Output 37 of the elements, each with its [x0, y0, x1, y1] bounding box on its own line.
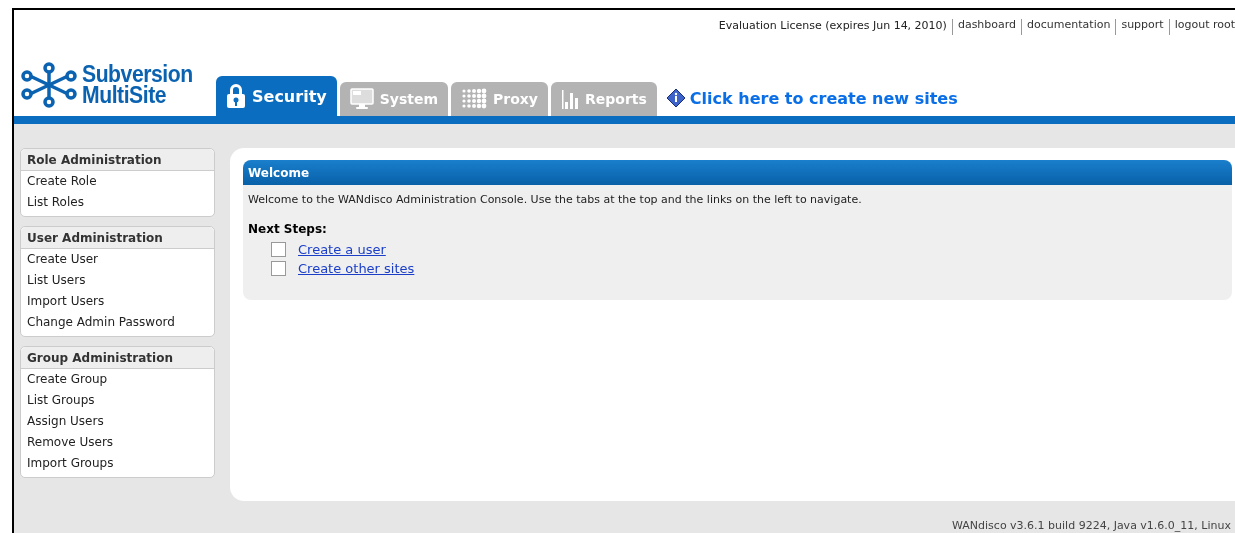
header-link[interactable]: dashboard — [951, 19, 1017, 35]
sidebar-item[interactable]: Remove Users — [21, 432, 214, 453]
checkbox[interactable] — [271, 242, 286, 257]
logo-text: MultiSite — [82, 85, 168, 106]
sidebar-item[interactable]: List Groups — [21, 390, 214, 411]
sidebar-item[interactable]: Import Groups — [21, 453, 214, 474]
create-sites-link[interactable]: Click here to create new sites — [665, 88, 958, 108]
sidebar-heading: User Administration — [21, 227, 214, 249]
license-text: Evaluation License (expires Jun 14, 2010) — [718, 19, 947, 34]
sidebar-heading: Group Administration — [21, 347, 214, 369]
logo-text: Subversion — [82, 64, 193, 85]
step-link[interactable]: Create a user — [298, 242, 386, 257]
sidebar-item[interactable]: List Roles — [21, 192, 214, 213]
sidebar-item[interactable]: Create User — [21, 249, 214, 270]
panel-title: Welcome — [243, 160, 1232, 185]
sidebar-item[interactable]: Assign Users — [21, 411, 214, 432]
header-link[interactable]: logout root — [1168, 19, 1235, 35]
padlock-icon — [226, 83, 246, 109]
welcome-text: Welcome to the WANdisco Administration Console. Use the tabs at the top and the links on the left to navigate. — [247, 192, 863, 206]
monitor-icon — [349, 88, 374, 110]
header-link[interactable]: support — [1115, 19, 1164, 35]
sidebar-item[interactable]: Import Users — [21, 291, 214, 312]
version-text: WANdisco v3.6.1 build 9224, Java v1.6.0_11, Linux — [952, 519, 1231, 532]
next-steps-label: Next Steps: — [247, 221, 328, 238]
step-link[interactable]: Create other sites — [298, 261, 415, 276]
logo-icon — [20, 62, 78, 108]
sidebar-item[interactable]: List Users — [21, 270, 214, 291]
sidebar-item[interactable]: Create Role — [21, 171, 214, 192]
sidebar-heading: Role Administration — [21, 149, 214, 171]
bar-chart-icon — [561, 88, 579, 110]
sidebar-item[interactable]: Create Group — [21, 369, 214, 390]
info-icon — [665, 88, 686, 108]
header-link[interactable]: documentation — [1021, 19, 1111, 35]
dot-grid-icon — [461, 88, 488, 110]
checkbox[interactable] — [271, 261, 286, 276]
nav-tab[interactable]: Security — [216, 76, 337, 116]
sidebar-item[interactable]: Change Admin Password — [21, 312, 214, 333]
